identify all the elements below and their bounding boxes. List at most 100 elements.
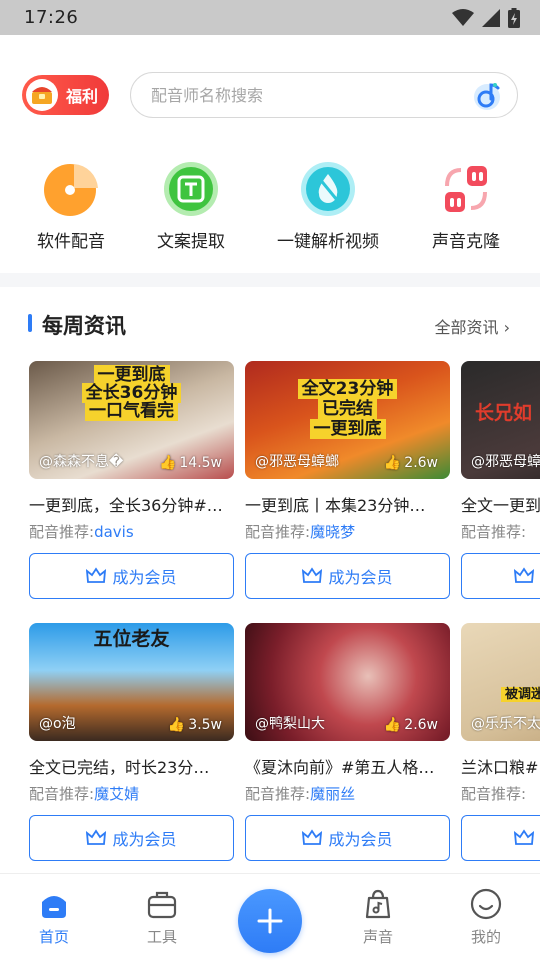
- video-thumbnail[interactable]: 全文23分钟 已完结 一更到底 @邪恶母蟑螂 👍 2.6w: [245, 361, 450, 479]
- thumbs-up-icon: 👍: [167, 717, 186, 733]
- voice-name[interactable]: 魔艾婧: [94, 785, 139, 803]
- shortcut-label: 声音克隆: [432, 232, 500, 252]
- nav-label: 我的: [470, 928, 501, 946]
- thumbnail-caption: 一更到底: [29, 365, 234, 385]
- card-title: 兰沐口粮#: [461, 758, 539, 777]
- shortcut-parse-video[interactable]: 一键解析视频: [277, 160, 379, 252]
- system-icons: [452, 7, 520, 28]
- become-member-button[interactable]: 成为会员: [245, 553, 450, 599]
- clone-arrows-icon: [437, 160, 495, 218]
- crown-icon: [302, 829, 323, 845]
- text-extract-icon: [162, 160, 220, 218]
- treasure-chest-icon: [26, 79, 58, 111]
- nav-label: 工具: [146, 928, 177, 946]
- become-member-button[interactable]: 成为会员: [29, 815, 234, 861]
- thumbnail-caption: 全长36分钟: [29, 383, 234, 403]
- voice-recommend: 配音推荐:魔艾婧: [29, 785, 140, 803]
- video-author: @邪恶母蟑: [471, 454, 540, 470]
- smile-icon: [470, 888, 502, 920]
- voice-search-icon[interactable]: [473, 81, 501, 111]
- chevron-right-icon: ›: [503, 318, 510, 337]
- crown-icon: [514, 567, 534, 583]
- become-member-button[interactable]: [461, 815, 540, 861]
- thumbnail-caption: 五位老友: [93, 628, 170, 650]
- create-button[interactable]: [238, 889, 302, 953]
- bottom-nav: 首页 工具 声音 我的: [0, 873, 540, 960]
- welfare-label: 福利: [66, 87, 99, 106]
- card-title: 全文已完结，时长23分…: [29, 758, 210, 777]
- shortcut-text-extract[interactable]: 文案提取: [157, 160, 225, 252]
- voice-name[interactable]: davis: [94, 523, 134, 541]
- become-member-button[interactable]: 成为会员: [245, 815, 450, 861]
- all-news-link[interactable]: 全部资讯 ›: [434, 314, 510, 338]
- video-thumbnail[interactable]: 一更到底 全长36分钟 一口气看完 @森森不息� 👍 14.5w: [29, 361, 234, 479]
- shortcut-label: 软件配音: [37, 232, 105, 252]
- voice-recommend: 配音推荐:: [461, 785, 527, 803]
- nav-tools[interactable]: 工具: [132, 888, 192, 947]
- all-news-label: 全部资讯: [434, 318, 499, 337]
- search-box[interactable]: [130, 72, 518, 118]
- card-title: 《夏沐向前》#第五人格…: [245, 758, 435, 777]
- nav-label: 声音: [362, 928, 393, 946]
- nav-home[interactable]: 首页: [24, 888, 84, 947]
- nav-voice[interactable]: 声音: [348, 888, 408, 947]
- cell-signal-icon: [482, 8, 500, 27]
- battery-icon: [508, 7, 520, 28]
- card-title: 全文一更到: [461, 496, 540, 515]
- video-thumbnail[interactable]: 被调迷 @乐乐不太: [461, 623, 540, 741]
- status-bar: 17:26: [0, 0, 540, 35]
- status-time: 17:26: [24, 7, 79, 28]
- thumbnail-caption: 一更到底: [245, 419, 450, 439]
- voice-recommend: 配音推荐:: [461, 523, 527, 541]
- home-icon: [42, 896, 66, 918]
- video-thumbnail[interactable]: 长兄如 @邪恶母蟑: [461, 361, 540, 479]
- section-title: 每周资讯: [42, 314, 126, 338]
- crown-icon: [86, 567, 107, 583]
- nav-me[interactable]: 我的: [456, 888, 516, 947]
- voice-name[interactable]: 魔丽丝: [310, 785, 355, 803]
- voice-recommend: 配音推荐:魔晓梦: [245, 523, 356, 541]
- voice-recommend: 配音推荐:魔丽丝: [245, 785, 356, 803]
- card-title: 一更到底丨本集23分钟…: [245, 496, 426, 515]
- crown-icon: [302, 567, 323, 583]
- welfare-button[interactable]: 福利: [22, 75, 109, 115]
- thumbs-up-icon: 👍: [383, 717, 402, 733]
- plus-icon: [257, 908, 283, 934]
- become-member-button[interactable]: [461, 553, 540, 599]
- video-thumbnail[interactable]: 五位老友 @o泡 👍 3.5w: [29, 623, 234, 741]
- crown-icon: [514, 829, 534, 845]
- shortcut-label: 一键解析视频: [277, 232, 379, 252]
- thumbnail-caption: 已完结: [245, 399, 450, 419]
- thumbnail-caption: 被调迷: [501, 685, 540, 705]
- crown-icon: [86, 829, 107, 845]
- shortcut-software-dubbing[interactable]: 软件配音: [37, 160, 105, 252]
- video-author: @鸭梨山大: [255, 716, 325, 732]
- thumbnail-caption: 全文23分钟: [245, 379, 450, 399]
- card-title: 一更到底，全长36分钟#…: [29, 496, 223, 515]
- wifi-icon: [452, 8, 474, 26]
- video-author: @o泡: [39, 716, 76, 732]
- like-count: 👍 14.5w: [158, 455, 222, 471]
- like-count: 👍 2.6w: [383, 717, 438, 733]
- water-drop-icon: [299, 160, 357, 218]
- weekly-news-section: 每周资讯 全部资讯 › 一更到底 全长36分钟 一口气看完 @森森不息� 👍 14…: [0, 287, 540, 877]
- like-count: 👍 2.6w: [383, 455, 438, 471]
- nav-label: 首页: [38, 928, 69, 946]
- thumbs-up-icon: 👍: [158, 455, 177, 471]
- video-author: @邪恶母蟑螂: [255, 454, 339, 470]
- video-thumbnail[interactable]: @鸭梨山大 👍 2.6w: [245, 623, 450, 741]
- thumbs-up-icon: 👍: [383, 455, 402, 471]
- voice-recommend: 配音推荐:davis: [29, 523, 134, 541]
- thumbnail-caption: 长兄如: [475, 402, 533, 424]
- toolbox-icon: [147, 891, 177, 919]
- video-author: @森森不息�: [39, 454, 124, 470]
- shortcut-voice-clone[interactable]: 声音克隆: [432, 160, 500, 252]
- pie-chart-icon: [42, 160, 100, 218]
- music-bag-icon: [365, 889, 391, 919]
- shortcut-label: 文案提取: [157, 232, 225, 252]
- search-input[interactable]: [151, 85, 451, 105]
- thumbnail-caption: 一口气看完: [29, 401, 234, 421]
- voice-name[interactable]: 魔晓梦: [310, 523, 355, 541]
- become-member-button[interactable]: 成为会员: [29, 553, 234, 599]
- top-panel: 福利 软件配音 文案提取 一键解析视频: [0, 35, 540, 273]
